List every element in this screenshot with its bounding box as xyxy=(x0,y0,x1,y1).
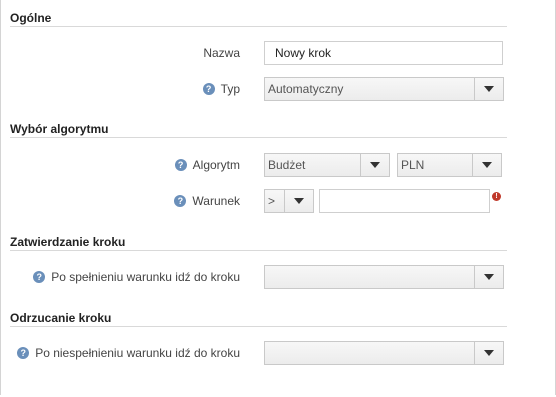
currency-dropdown-button[interactable] xyxy=(472,154,501,176)
operator-select-value: > xyxy=(268,194,276,208)
caret-down-icon xyxy=(294,198,304,204)
algorithm-label: ? Algorytm xyxy=(100,156,240,174)
section-divider xyxy=(10,326,507,327)
type-select-value: Automatyczny xyxy=(268,82,344,96)
algorithm-select[interactable]: Budżet xyxy=(264,153,390,177)
currency-select[interactable]: PLN xyxy=(397,153,502,177)
algorithm-dropdown-button[interactable] xyxy=(360,154,389,176)
section-title-reject: Odrzucanie kroku xyxy=(10,311,112,325)
currency-select-value: PLN xyxy=(401,158,425,172)
caret-down-icon xyxy=(484,274,494,280)
section-divider xyxy=(10,250,507,251)
condition-input[interactable] xyxy=(319,189,490,213)
accept-goto-label: ? Po spełnieniu warunku idź do kroku xyxy=(10,268,240,286)
reject-goto-dropdown-button[interactable] xyxy=(474,342,503,364)
type-label: ? Typ xyxy=(100,80,240,98)
section-title-general: Ogólne xyxy=(10,11,52,25)
algorithm-label-text: Algorytm xyxy=(192,158,240,172)
section-divider xyxy=(10,137,507,138)
caret-down-icon xyxy=(370,162,380,168)
section-title-accept: Zatwierdzanie kroku xyxy=(10,235,126,249)
reject-goto-label-text: Po niespełnieniu warunku idź do kroku xyxy=(35,346,240,360)
caret-down-icon xyxy=(484,350,494,356)
operator-select[interactable]: > xyxy=(264,189,314,213)
section-title-algorithm: Wybór algorytmu xyxy=(10,122,109,136)
name-input[interactable]: Nowy krok xyxy=(264,41,503,65)
operator-dropdown-button[interactable] xyxy=(284,190,313,212)
accept-goto-label-text: Po spełnieniu warunku idź do kroku xyxy=(51,270,240,284)
reject-goto-label: ? Po niespełnieniu warunku idź do kroku xyxy=(10,344,240,362)
condition-label: ? Warunek xyxy=(100,192,240,210)
help-icon[interactable]: ? xyxy=(17,347,30,359)
exclamation-circle-icon: ! xyxy=(492,192,501,201)
help-icon[interactable]: ? xyxy=(202,83,215,95)
accept-goto-select[interactable] xyxy=(264,265,504,289)
help-icon[interactable]: ? xyxy=(174,195,187,207)
type-dropdown-button[interactable] xyxy=(474,78,503,100)
name-label: Nazwa xyxy=(100,44,240,62)
caret-down-icon xyxy=(482,162,492,168)
algorithm-select-value: Budżet xyxy=(268,158,306,172)
help-icon[interactable]: ? xyxy=(33,271,46,283)
name-input-value: Nowy krok xyxy=(275,46,332,60)
type-select[interactable]: Automatyczny xyxy=(264,77,504,101)
help-icon[interactable]: ? xyxy=(174,159,187,171)
reject-goto-select[interactable] xyxy=(264,341,504,365)
caret-down-icon xyxy=(484,86,494,92)
type-label-text: Typ xyxy=(220,82,240,96)
section-divider xyxy=(10,26,507,27)
name-label-text: Nazwa xyxy=(203,46,240,60)
accept-goto-dropdown-button[interactable] xyxy=(474,266,503,288)
condition-label-text: Warunek xyxy=(192,194,240,208)
